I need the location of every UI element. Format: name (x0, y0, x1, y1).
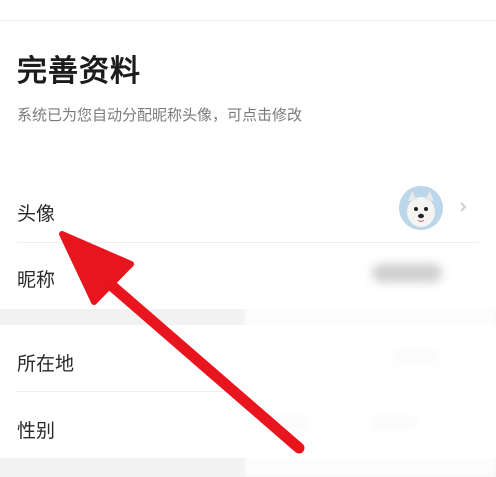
nickname-row-label: 昵称 (17, 269, 56, 291)
location-row-label: 所在地 (17, 353, 75, 375)
top-divider (0, 20, 496, 21)
gender-row-label: 性别 (17, 420, 56, 442)
chevron-right-icon[interactable] (458, 200, 468, 214)
page-title: 完善资料 (17, 54, 141, 89)
dog-avatar-icon[interactable] (399, 186, 443, 230)
page-subtitle: 系统已为您自动分配昵称头像，可点击修改 (17, 106, 303, 124)
nickname-value-blurred (372, 264, 442, 282)
blur-overlay (245, 290, 496, 477)
avatar-row-label: 头像 (17, 203, 56, 225)
